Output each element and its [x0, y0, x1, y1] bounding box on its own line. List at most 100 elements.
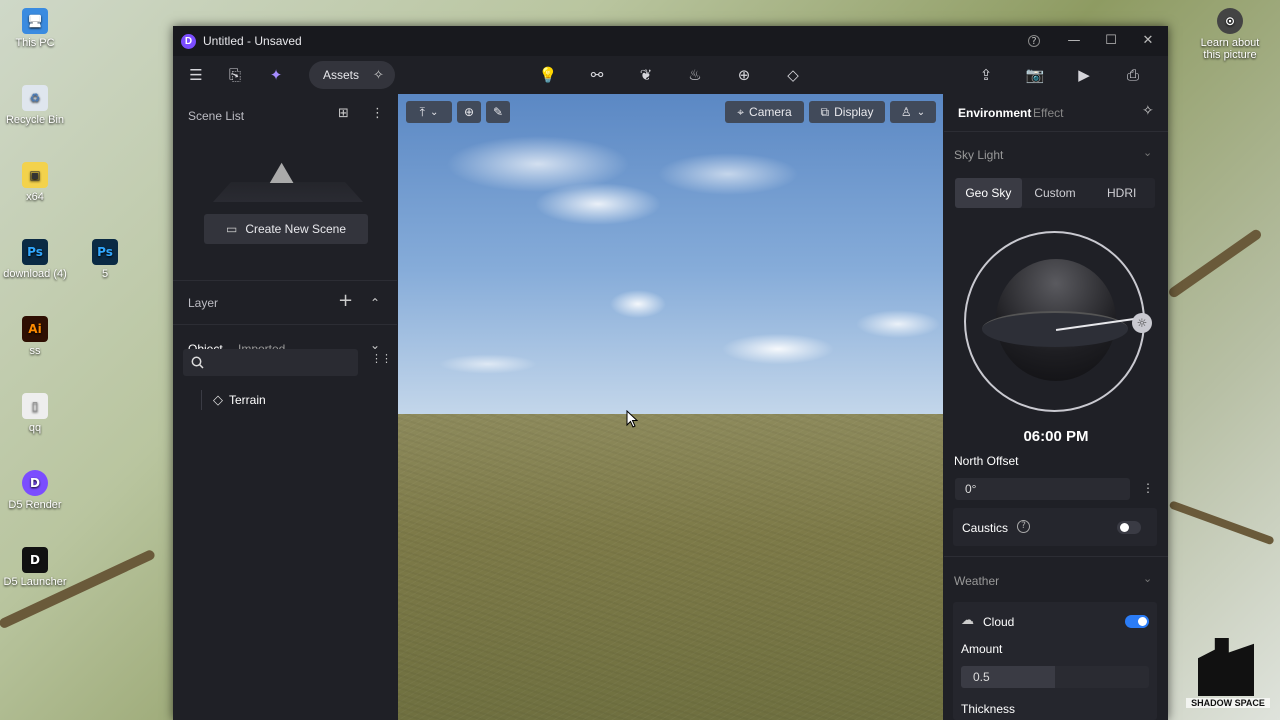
desktop-icon-d5-launcher[interactable]: D D5 Launcher — [0, 547, 70, 588]
sky-mode-selector: Geo Sky Custom HDRI — [955, 178, 1155, 208]
sparkle-icon[interactable]: ✧ — [373, 68, 384, 83]
camera-render-icon[interactable]: 📷 — [1024, 64, 1046, 86]
desktop-icon-5[interactable]: Ps 5 — [70, 239, 140, 280]
terrain-ground-render — [398, 414, 943, 720]
mountain-placeholder-icon: ⛰ — [269, 156, 295, 191]
more-options-icon[interactable]: ⋮ — [371, 106, 384, 121]
assets-label: Assets — [323, 68, 360, 82]
object-label: Terrain — [229, 393, 266, 407]
path-tool-icon[interactable]: ⚯ — [586, 64, 608, 86]
tree-line — [201, 390, 202, 410]
file-import-icon[interactable]: ⎘ — [224, 64, 246, 86]
object-search-input[interactable] — [209, 353, 349, 372]
ai-assistant-icon[interactable]: ✦ — [265, 64, 287, 86]
help-icon[interactable]: ? — [1028, 35, 1040, 47]
right-panel-environment: Environment Effect ✧ Sky Light ⌄ Geo Sky… — [944, 94, 1168, 720]
desktop-icon-download-4[interactable]: Ps download (4) — [0, 239, 70, 280]
desktop-icon-recycle-bin[interactable]: ♻ Recycle Bin — [0, 85, 70, 126]
caustics-toggle[interactable] — [1117, 521, 1141, 534]
3d-viewport[interactable]: ⤒ ⌄ ⊕ ✎ ⌖ Camera ⧉ Display ♙ ⌄ — [398, 94, 943, 720]
north-offset-input[interactable]: 0° — [955, 478, 1130, 500]
amount-slider[interactable]: 0.5 — [961, 666, 1149, 688]
menu-icon[interactable]: ☰ — [185, 64, 207, 86]
walk-mode-icon: ♙ — [900, 105, 912, 119]
d5-logo-icon: D — [181, 33, 196, 49]
sky-light-header[interactable]: Sky Light — [954, 148, 1003, 162]
image-export-icon[interactable]: ⇪ — [975, 64, 997, 86]
camera-label: Camera — [749, 105, 792, 119]
sky-mode-hdri[interactable]: HDRI — [1088, 178, 1155, 208]
desktop-icon-x64[interactable]: ▣ x64 — [0, 162, 70, 203]
camera-frame-icon: ⌖ — [737, 104, 745, 119]
light-bulb-icon[interactable]: 💡 — [537, 64, 559, 86]
branch-decoration — [1168, 500, 1275, 546]
mouse-cursor-icon — [626, 410, 638, 428]
display-icon: ⧉ — [820, 104, 830, 119]
transform-tool-button[interactable]: ⤒ ⌄ — [406, 101, 452, 123]
filter-dropdown-icon[interactable]: ⌄ — [370, 338, 380, 352]
desktop-icon-this-pc[interactable]: 🖥 This PC — [0, 8, 70, 49]
weather-header[interactable]: Weather — [954, 574, 999, 588]
sky-mode-custom[interactable]: Custom — [1022, 178, 1089, 208]
chevron-down-icon[interactable]: ⌄ — [1143, 572, 1152, 585]
collapse-layer-icon[interactable]: ⌃ — [370, 296, 380, 310]
object-search-box[interactable] — [183, 349, 358, 376]
grid-view-icon[interactable]: ⋮⋮ — [371, 352, 392, 365]
window-title: Untitled - Unsaved — [203, 34, 302, 48]
file-icon: ▯ — [22, 393, 48, 419]
search-icon — [191, 356, 204, 369]
create-new-scene-label: Create New Scene — [245, 222, 347, 236]
sun-position-dial[interactable]: ☼ — [964, 231, 1152, 412]
sky-mode-geo-sky[interactable]: Geo Sky — [955, 178, 1022, 208]
particle-fire-icon[interactable]: ♨ — [684, 64, 706, 86]
object-list-item-terrain[interactable]: ◇ Terrain — [213, 390, 266, 410]
more-options-icon[interactable]: ⋮ — [1142, 481, 1154, 495]
close-button[interactable]: ✕ — [1139, 32, 1157, 50]
desktop-icon-learn-about-picture[interactable]: ⊙ Learn about this picture — [1195, 8, 1265, 61]
sky-render — [398, 94, 943, 414]
building-logo-icon — [1198, 638, 1254, 696]
terrain-icon[interactable]: ◇ — [782, 64, 804, 86]
tab-effect[interactable]: Effect — [1033, 106, 1063, 120]
add-scene-icon[interactable]: ⊞ — [338, 106, 349, 121]
desktop-icon-d5-render[interactable]: D D5 Render — [0, 470, 70, 511]
maximize-button[interactable]: ☐ — [1102, 32, 1120, 50]
terrain-object-icon: ◇ — [213, 392, 223, 408]
display-button[interactable]: ⧉ Display — [809, 101, 885, 123]
shadow-space-watermark: SHADOW SPACE — [1186, 628, 1270, 712]
tab-environment[interactable]: Environment — [958, 106, 1031, 120]
globe-button[interactable]: ⊕ — [457, 101, 481, 123]
chevron-down-icon[interactable]: ⌄ — [1143, 146, 1152, 159]
divider — [944, 556, 1168, 557]
d5-launcher-icon: D — [22, 547, 48, 573]
desktop-icon-label: D5 Launcher — [3, 576, 67, 588]
cloud-settings-card: ☁ Cloud Amount 0.5 Thickness — [953, 602, 1157, 720]
walk-mode-button[interactable]: ♙ ⌄ — [890, 101, 936, 123]
video-render-icon[interactable]: ▶ — [1073, 64, 1095, 86]
add-layer-icon[interactable]: + — [338, 290, 353, 311]
desktop-icon-label: Learn about this picture — [1200, 37, 1260, 61]
camera-button[interactable]: ⌖ Camera — [725, 101, 804, 123]
eyedropper-button[interactable]: ✎ — [486, 101, 510, 123]
help-icon[interactable]: ? — [1017, 520, 1030, 533]
globe-icon: ⊕ — [463, 105, 475, 119]
divider — [173, 280, 397, 281]
cloud-toggle[interactable] — [1125, 615, 1149, 628]
title-bar[interactable]: D Untitled - Unsaved ? — ☐ ✕ — [173, 26, 1168, 56]
create-new-scene-button[interactable]: ▭ Create New Scene — [204, 214, 368, 244]
thickness-label: Thickness — [961, 702, 1016, 716]
north-offset-label: North Offset — [954, 454, 1019, 468]
minimize-button[interactable]: — — [1065, 32, 1083, 50]
sun-icon[interactable]: ☼ — [1132, 313, 1152, 333]
leaf-vegetation-icon[interactable]: ❦ — [635, 64, 657, 86]
desktop-icon-ss[interactable]: Ai ss — [0, 316, 70, 357]
sparkle-icon[interactable]: ✧ — [1142, 103, 1154, 119]
scatter-brush-icon[interactable]: ⊕ — [733, 64, 755, 86]
amount-label: Amount — [961, 642, 1003, 656]
desktop-icon-label: qq — [28, 422, 42, 434]
inbox-icon[interactable]: ⎙ — [1122, 64, 1144, 86]
desktop-icon-qq[interactable]: ▯ qq — [0, 393, 70, 434]
desktop-icon-label: download (4) — [3, 268, 67, 280]
assets-button[interactable]: Assets ✧ — [309, 61, 395, 89]
cloud-icon: ☁ — [961, 613, 974, 628]
